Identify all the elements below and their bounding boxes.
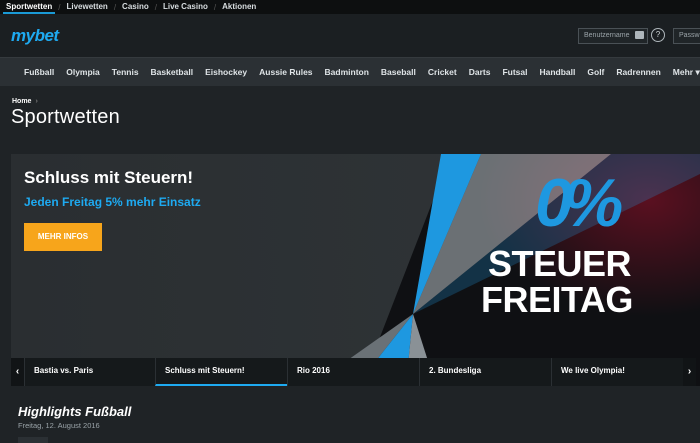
promo-subline: Jeden Freitag 5% mehr Einsatz: [24, 195, 201, 209]
nav-item-futsal[interactable]: Futsal: [496, 67, 533, 77]
sports-nav: Fußball Olympia Tennis Basketball Eishoc…: [0, 57, 700, 86]
slider-tab-bastia-paris[interactable]: Bastia vs. Paris: [24, 358, 155, 386]
nav-item-badminton[interactable]: Badminton: [319, 67, 375, 77]
nav-item-golf[interactable]: Golf: [581, 67, 610, 77]
slider-tab-we-live-olympia[interactable]: We live Olympia!: [551, 358, 683, 386]
breadcrumb: Home ›: [12, 98, 38, 105]
chevron-left-icon[interactable]: ‹: [11, 358, 24, 386]
highlights-date: Freitag, 12. August 2016: [18, 421, 100, 430]
highlights-title: Highlights Fußball: [18, 404, 132, 419]
nav-item-eishockey[interactable]: Eishockey: [199, 67, 253, 77]
top-product-bar: Sportwetten / Livewetten / Casino / Live…: [0, 0, 700, 14]
nav-item-baseball[interactable]: Baseball: [375, 67, 422, 77]
percent-graphic: 0%: [535, 165, 623, 241]
promo-banner[interactable]: Schluss mit Steuern! Jeden Freitag 5% me…: [11, 154, 700, 386]
tab-livewetten[interactable]: Livewetten: [60, 0, 113, 14]
slider-tabs: ‹ Bastia vs. Paris Schluss mit Steuern! …: [11, 358, 700, 386]
help-icon[interactable]: ?: [651, 28, 665, 42]
nav-item-handball[interactable]: Handball: [533, 67, 581, 77]
page-title: Sportwetten: [11, 106, 120, 128]
slider-tab-rio-2016[interactable]: Rio 2016: [287, 358, 419, 386]
chevron-right-icon[interactable]: ›: [683, 358, 696, 386]
tab-casino[interactable]: Casino: [116, 0, 155, 14]
nav-item-darts[interactable]: Darts: [463, 67, 497, 77]
breadcrumb-home[interactable]: Home: [12, 98, 31, 105]
promo-headline: Schluss mit Steuern!: [24, 168, 194, 187]
nav-item-aussie-rules[interactable]: Aussie Rules: [253, 67, 318, 77]
nav-item-fussball[interactable]: Fußball: [18, 67, 60, 77]
more-info-button[interactable]: MEHR INFOS: [24, 223, 102, 251]
content-row-placeholder: [18, 437, 48, 443]
nav-item-basketball[interactable]: Basketball: [145, 67, 200, 77]
chevron-right-icon: ›: [35, 98, 38, 105]
nav-item-tennis[interactable]: Tennis: [106, 67, 145, 77]
promo-title-line2: FREITAG: [481, 279, 633, 320]
slider-tab-schluss-mit-steuern[interactable]: Schluss mit Steuern!: [155, 358, 287, 386]
mybet-logo[interactable]: mybet: [11, 26, 59, 46]
nav-item-olympia[interactable]: Olympia: [60, 67, 106, 77]
nav-item-mehr[interactable]: Mehr ▾: [667, 67, 700, 78]
nav-item-radrennen[interactable]: Radrennen: [610, 67, 666, 77]
tab-sportwetten[interactable]: Sportwetten: [0, 0, 58, 14]
password-field[interactable]: Passwort: [673, 28, 700, 44]
nav-item-cricket[interactable]: Cricket: [422, 67, 463, 77]
promo-title-line1: STEUER: [488, 243, 632, 284]
card-icon[interactable]: [635, 31, 644, 39]
tab-aktionen[interactable]: Aktionen: [216, 0, 262, 14]
tab-live-casino[interactable]: Live Casino: [157, 0, 214, 14]
slider-tab-bundesliga[interactable]: 2. Bundesliga: [419, 358, 551, 386]
